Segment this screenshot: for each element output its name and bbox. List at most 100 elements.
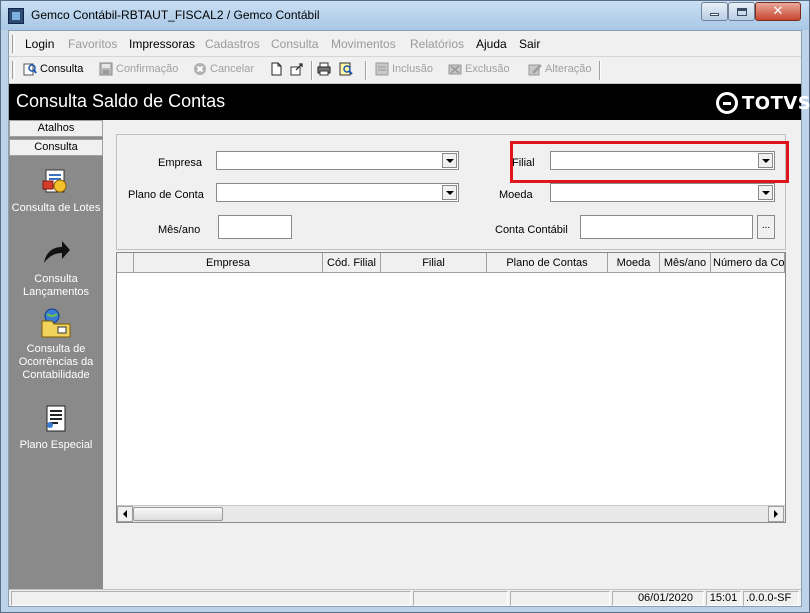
moeda-select[interactable]	[550, 183, 775, 202]
menu-relatorios[interactable]: Relatórios	[410, 37, 464, 51]
print-preview-icon	[339, 62, 353, 76]
column-header-plano-contas[interactable]: Plano de Contas	[487, 253, 608, 272]
exclusao-button[interactable]: Exclusão	[448, 62, 510, 76]
chevron-down-icon[interactable]	[442, 153, 457, 168]
sidebar-item-consulta-ocorrencias[interactable]: Consulta de Ocorrências da Contabilidade	[9, 307, 103, 382]
menu-ajuda[interactable]: Ajuda	[476, 37, 507, 51]
sidebar-item-plano-especial[interactable]: Plano Especial	[9, 403, 103, 452]
status-date: 06/01/2020	[612, 591, 704, 606]
alteracao-label: Alteração	[545, 63, 592, 75]
shortcut-sidebar: Atalhos Consulta Consulta de Lotes Consu…	[9, 120, 103, 589]
menu-sair[interactable]: Sair	[519, 37, 540, 51]
scroll-right-icon[interactable]	[768, 506, 784, 522]
sidebar-item-consulta-lotes[interactable]: Consulta de Lotes	[9, 166, 103, 215]
moeda-label: Moeda	[499, 189, 533, 201]
confirmacao-label: Confirmação	[116, 63, 179, 75]
conta-lookup-button[interactable]: ...	[757, 215, 775, 239]
new-document-icon	[269, 62, 283, 76]
column-header-moeda[interactable]: Moeda	[608, 253, 660, 272]
window-title: Gemco Contábil-RBTAUT_FISCAL2 / Gemco Co…	[31, 8, 320, 22]
title-bar[interactable]: Gemco Contábil-RBTAUT_FISCAL2 / Gemco Co…	[1, 1, 809, 30]
tab-consulta[interactable]: Consulta	[9, 139, 103, 156]
inclusao-button[interactable]: Inclusão	[375, 62, 433, 76]
column-header-empresa[interactable]: Empresa	[134, 253, 323, 272]
printer-icon	[317, 62, 331, 76]
status-panel-empty	[510, 591, 610, 606]
consulta-button[interactable]: Consulta	[23, 62, 83, 76]
document-icon	[40, 403, 72, 435]
column-header-cod-filial[interactable]: Cód. Filial	[323, 253, 381, 272]
menu-cadastros[interactable]: Cadastros	[205, 37, 260, 51]
toolbar-separator	[599, 61, 601, 80]
cancel-icon	[193, 62, 207, 76]
column-header-numero-conta[interactable]: Número da Co	[711, 253, 785, 272]
new-document-button[interactable]	[269, 62, 286, 76]
menu-movimentos[interactable]: Movimentos	[331, 37, 396, 51]
conta-contabil-input[interactable]	[580, 215, 753, 239]
alteracao-button[interactable]: Alteração	[528, 62, 591, 76]
filter-panel: Empresa Filial Plano de Conta Moeda Mês/…	[116, 134, 789, 250]
scrollbar-thumb[interactable]	[133, 507, 223, 521]
menu-login[interactable]: Login	[25, 37, 54, 51]
sidebar-item-label: Consulta de Lotes	[11, 202, 101, 214]
print-preview-button[interactable]	[339, 62, 356, 76]
delete-record-icon	[448, 62, 462, 76]
sidebar-item-consulta-lancamentos[interactable]: Consulta Lançamentos	[9, 237, 103, 299]
sidebar-item-label: Consulta de Ocorrências da Contabilidade	[18, 343, 94, 381]
export-button[interactable]	[290, 62, 307, 76]
column-header-mes-ano[interactable]: Mês/ano	[660, 253, 711, 272]
totvs-logo: TOTVS	[716, 92, 810, 114]
status-version: .0.0.0-SF	[743, 591, 799, 606]
totvs-logo-icon	[716, 92, 738, 114]
screen-header: Consulta Saldo de Contas TOTVS	[9, 84, 810, 120]
plano-conta-select[interactable]	[216, 183, 459, 202]
empresa-select[interactable]	[216, 151, 459, 170]
column-header-filial[interactable]: Filial	[381, 253, 487, 272]
status-bar: 06/01/2020 15:01 .0.0.0-SF	[9, 589, 801, 606]
maximize-icon	[736, 7, 747, 16]
export-icon	[290, 62, 304, 76]
print-button[interactable]	[317, 62, 334, 76]
chevron-down-icon[interactable]	[442, 185, 457, 200]
mes-ano-input[interactable]	[218, 215, 292, 239]
menu-favoritos[interactable]: Favoritos	[68, 37, 117, 51]
totvs-logo-text: TOTVS	[742, 92, 810, 114]
close-button[interactable]: ✕	[755, 2, 801, 21]
inclusao-label: Inclusão	[392, 63, 433, 75]
page-title: Consulta Saldo de Contas	[16, 91, 226, 111]
cancelar-button[interactable]: Cancelar	[193, 62, 254, 76]
horizontal-scrollbar[interactable]	[117, 505, 785, 522]
maximize-button[interactable]	[728, 2, 755, 21]
menu-impressoras[interactable]: Impressoras	[129, 37, 195, 51]
grid-header: Empresa Cód. Filial Filial Plano de Cont…	[117, 253, 785, 273]
empresa-label: Empresa	[158, 157, 203, 169]
folder-globe-icon	[40, 307, 72, 339]
scroll-left-icon[interactable]	[117, 506, 133, 522]
chevron-down-icon[interactable]	[758, 185, 773, 200]
mes-ano-label: Mês/ano	[158, 224, 201, 236]
row-selector-header	[117, 253, 134, 272]
consulta-label: Consulta	[40, 63, 84, 75]
minimize-button[interactable]	[701, 2, 728, 21]
toolbar-grip[interactable]	[12, 61, 15, 79]
minimize-icon	[710, 13, 719, 16]
status-panel-empty	[413, 591, 508, 606]
close-icon: ✕	[772, 4, 784, 19]
filial-highlight-box	[510, 141, 789, 183]
confirmacao-button[interactable]: Confirmação	[99, 62, 178, 76]
status-time: 15:01	[706, 591, 741, 606]
application-window: Gemco Contábil-RBTAUT_FISCAL2 / Gemco Co…	[0, 0, 810, 613]
edit-record-icon	[528, 62, 542, 76]
tab-atalhos[interactable]: Atalhos	[9, 120, 103, 137]
toolbar-separator	[365, 61, 367, 80]
sidebar-item-label: Consulta Lançamentos	[22, 273, 90, 298]
sidebar-item-label: Plano Especial	[19, 439, 93, 451]
menu-consulta[interactable]: Consulta	[271, 37, 318, 51]
cancelar-label: Cancelar	[210, 63, 255, 75]
add-record-icon	[375, 62, 389, 76]
menu-bar: Login Favoritos Impressoras Cadastros Co…	[9, 31, 801, 57]
save-icon	[99, 62, 113, 76]
toolbar-separator	[311, 61, 313, 80]
menu-grip[interactable]	[12, 35, 15, 53]
main-content: Empresa Filial Plano de Conta Moeda Mês/…	[116, 134, 789, 586]
